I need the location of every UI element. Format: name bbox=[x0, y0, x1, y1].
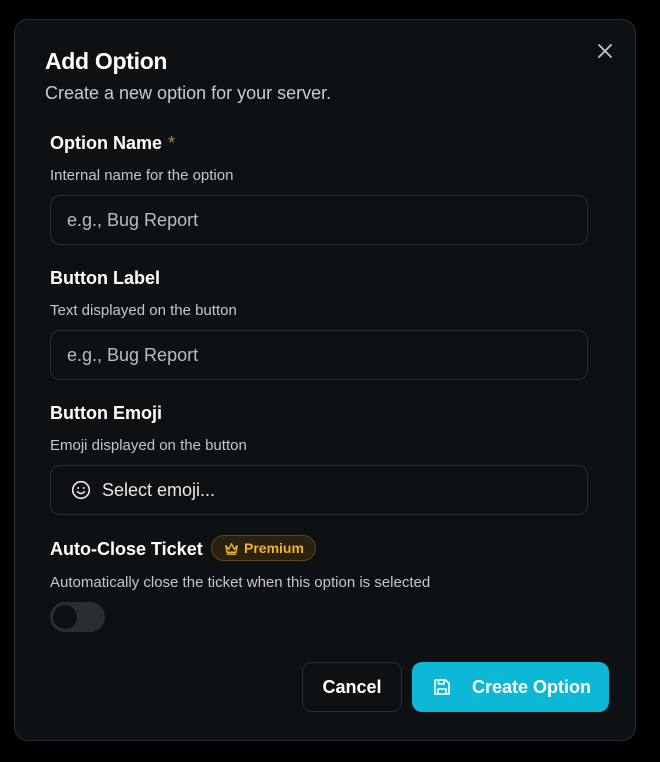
dialog-title: Add Option bbox=[45, 48, 168, 74]
create-option-label: Create Option bbox=[472, 676, 592, 697]
emoji-select-button[interactable]: Select emoji... bbox=[50, 465, 588, 515]
button-emoji-help: Emoji displayed on the button bbox=[50, 437, 247, 454]
premium-badge-label: Premium bbox=[244, 540, 304, 556]
option-name-label: Option Name * bbox=[50, 133, 176, 153]
crown-icon bbox=[224, 541, 239, 556]
required-mark: * bbox=[168, 133, 176, 153]
button-emoji-label: Button Emoji bbox=[50, 403, 162, 423]
auto-close-help: Automatically close the ticket when this… bbox=[50, 574, 431, 591]
button-label-input[interactable] bbox=[50, 330, 588, 380]
add-option-dialog: Add Option Create a new option for your … bbox=[14, 19, 636, 741]
auto-close-toggle[interactable] bbox=[50, 602, 105, 632]
create-option-button[interactable]: Create Option bbox=[412, 662, 609, 712]
close-button[interactable] bbox=[595, 41, 615, 61]
option-name-help: Internal name for the option bbox=[50, 167, 234, 184]
save-icon bbox=[432, 677, 452, 697]
dialog-subtitle: Create a new option for your server. bbox=[45, 83, 332, 103]
auto-close-label: Auto-Close Ticket bbox=[50, 539, 203, 559]
toggle-knob bbox=[53, 605, 77, 629]
premium-badge: Premium bbox=[211, 535, 316, 561]
button-label-label: Button Label bbox=[50, 268, 160, 288]
cancel-button[interactable]: Cancel bbox=[302, 662, 402, 712]
close-icon bbox=[598, 44, 612, 58]
smile-icon bbox=[71, 480, 91, 500]
emoji-select-placeholder: Select emoji... bbox=[102, 479, 216, 500]
button-label-help: Text displayed on the button bbox=[50, 302, 237, 319]
option-name-input[interactable] bbox=[50, 195, 588, 245]
